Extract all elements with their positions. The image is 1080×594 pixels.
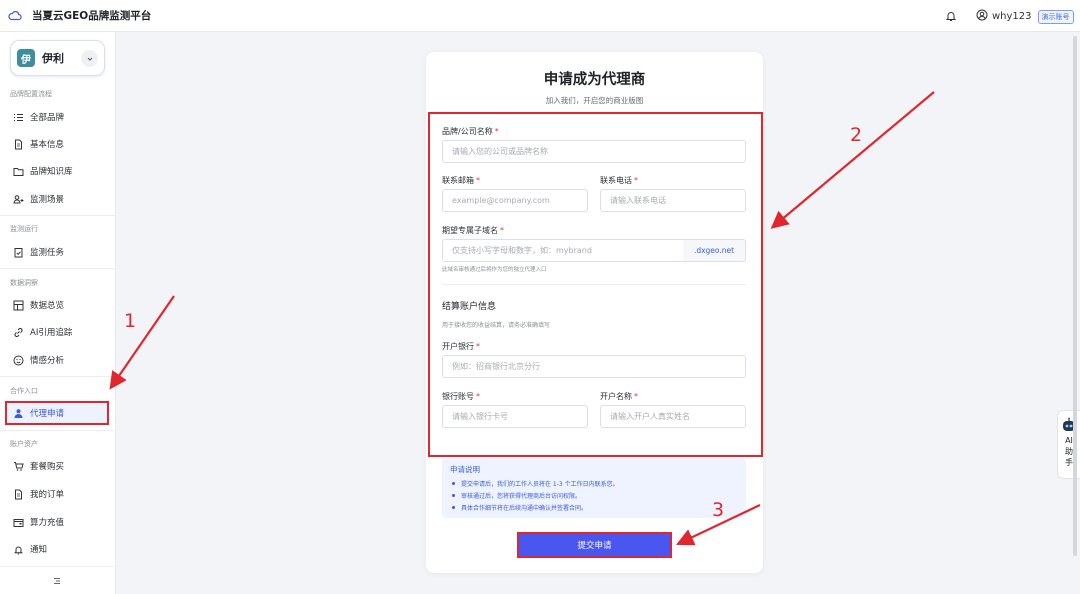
sidebar: 伊 伊利 品牌配置流程 全部品牌 基本信息 品牌知识库 监测场景 监测运行 监测… bbox=[0, 32, 116, 594]
sidebar-item-basic-info[interactable]: 基本信息 bbox=[10, 133, 108, 155]
divider bbox=[0, 430, 116, 431]
sidebar-item-label: 算力充值 bbox=[30, 518, 65, 528]
sidebar-item-sentiment[interactable]: 情感分析 bbox=[10, 349, 108, 371]
sidebar-item-label: 监测任务 bbox=[30, 248, 65, 258]
sidebar-item-label: 全部品牌 bbox=[30, 113, 65, 123]
notice-item: 提交申请后，我们的工作人员将在 1-3 个工作日内联系您。 bbox=[452, 479, 619, 488]
section-account: 账户资产 bbox=[10, 440, 38, 448]
sidebar-item-label: 代理申请 bbox=[30, 409, 65, 419]
clipboard-check-icon bbox=[12, 246, 24, 258]
sidebar-item-label: 通知 bbox=[30, 545, 48, 555]
sidebar-item-label: AI引用追踪 bbox=[30, 328, 73, 338]
section-partner: 合作入口 bbox=[10, 387, 38, 395]
divider bbox=[0, 268, 116, 269]
smile-icon bbox=[12, 354, 24, 366]
brand-avatar: 伊 bbox=[17, 49, 35, 67]
user-menu[interactable]: why123 演示账号 bbox=[976, 9, 1074, 24]
cart-icon bbox=[12, 460, 24, 472]
sidebar-item-label: 情感分析 bbox=[30, 356, 65, 366]
user-tie-icon bbox=[12, 407, 24, 419]
ai-helper-label: AI 助 手 bbox=[1065, 436, 1073, 467]
sidebar-item-label: 数据总览 bbox=[30, 301, 65, 311]
brand-name: 伊利 bbox=[42, 52, 64, 65]
page-title: 申请成为代理商 bbox=[543, 72, 646, 88]
divider bbox=[0, 376, 116, 377]
annotation-form-frame bbox=[428, 112, 763, 457]
bell-icon bbox=[12, 543, 24, 555]
order-icon bbox=[12, 488, 24, 500]
sidebar-item-knowledge-base[interactable]: 品牌知识库 bbox=[10, 160, 108, 182]
scrollbar[interactable] bbox=[1073, 36, 1077, 556]
sidebar-item-label: 监测场景 bbox=[30, 195, 65, 205]
sidebar-item-agent-apply[interactable]: 代理申请 bbox=[5, 401, 109, 425]
sidebar-item-my-orders[interactable]: 我的订单 bbox=[10, 483, 108, 505]
sidebar-item-recharge[interactable]: 算力充值 bbox=[10, 511, 108, 533]
bell-icon[interactable] bbox=[944, 9, 958, 23]
user-icon bbox=[976, 9, 988, 24]
sidebar-item-label: 我的订单 bbox=[30, 490, 65, 500]
user-name: why123 bbox=[992, 11, 1032, 22]
submit-application-button[interactable]: 提交申请 bbox=[517, 532, 672, 558]
sidebar-item-monitor-scenes[interactable]: 监测场景 bbox=[10, 188, 108, 210]
sidebar-item-label: 基本信息 bbox=[30, 140, 65, 150]
cloud-logo-icon bbox=[8, 9, 22, 23]
dashboard-icon bbox=[12, 299, 24, 311]
annotation-number-3: 3 bbox=[712, 499, 725, 521]
sidebar-item-label: 套餐购买 bbox=[30, 462, 65, 472]
chevron-down-icon[interactable] bbox=[81, 50, 98, 67]
app-title: 当夏云GEO品牌监测平台 bbox=[32, 10, 152, 22]
users-icon bbox=[12, 193, 24, 205]
annotation-number-2: 2 bbox=[850, 124, 863, 146]
sidebar-item-buy-plan[interactable]: 套餐购买 bbox=[10, 455, 108, 477]
demo-account-badge: 演示账号 bbox=[1037, 9, 1074, 24]
sidebar-item-label: 品牌知识库 bbox=[30, 167, 73, 177]
link-icon bbox=[12, 326, 24, 338]
wallet-icon bbox=[12, 516, 24, 528]
notice-title: 申请说明 bbox=[450, 465, 480, 474]
application-notice: 申请说明 提交申请后，我们的工作人员将在 1-3 个工作日内联系您。 审核通过后… bbox=[442, 458, 746, 518]
annotation-number-1: 1 bbox=[124, 310, 137, 332]
top-bar: 当夏云GEO品牌监测平台 why123 演示账号 bbox=[0, 0, 1080, 32]
sidebar-item-all-brands[interactable]: 全部品牌 bbox=[10, 106, 108, 128]
brand-switcher[interactable]: 伊 伊利 bbox=[10, 40, 105, 76]
sidebar-item-data-overview[interactable]: 数据总览 bbox=[10, 294, 108, 316]
section-brand-config: 品牌配置流程 bbox=[10, 90, 52, 98]
notice-item: 具体合作细节将在后续沟通中确认并签署合同。 bbox=[452, 503, 587, 512]
sidebar-item-monitor-tasks[interactable]: 监测任务 bbox=[10, 241, 108, 263]
folder-icon bbox=[12, 165, 24, 177]
section-monitor-run: 监测运行 bbox=[10, 225, 38, 233]
notice-item: 审核通过后，您将获得代理商后台访问权限。 bbox=[452, 491, 581, 500]
divider bbox=[0, 566, 116, 567]
divider bbox=[0, 215, 116, 216]
sidebar-item-notifications[interactable]: 通知 bbox=[10, 538, 108, 560]
document-icon bbox=[12, 138, 24, 150]
page-subtitle: 加入我们，开启您的商业版图 bbox=[545, 96, 644, 105]
sidebar-item-ai-citation[interactable]: AI引用追踪 bbox=[10, 321, 108, 343]
list-icon bbox=[12, 111, 24, 123]
collapse-menu-icon[interactable] bbox=[52, 576, 62, 586]
section-data-insight: 数据洞察 bbox=[10, 279, 38, 287]
